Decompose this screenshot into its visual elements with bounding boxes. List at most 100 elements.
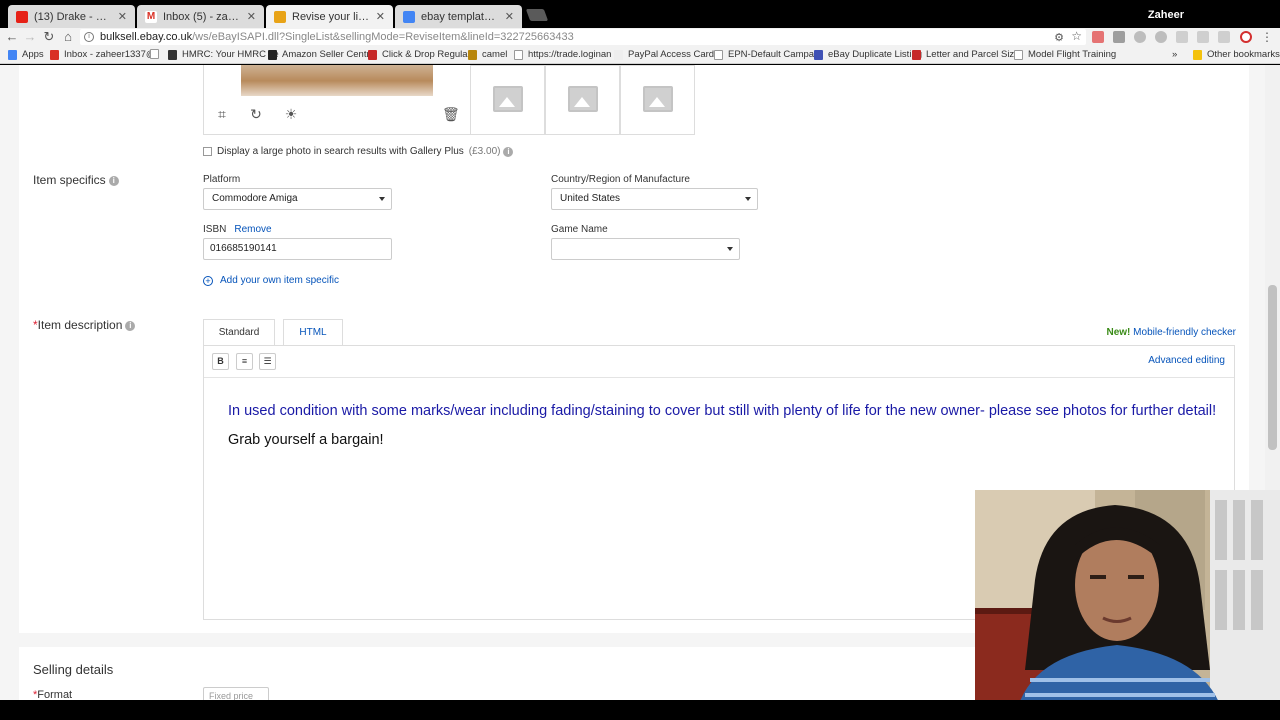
address-bar[interactable]: i bulksell.ebay.co.uk/ws/eBayISAPI.dll?S… (80, 29, 1086, 45)
tab-html[interactable]: HTML (283, 319, 343, 346)
country-value: United States (560, 193, 621, 204)
editor-content[interactable]: In used condition with some marks/wear i… (228, 402, 1218, 450)
tab-google-docs[interactable]: ebay templates.doc - Go ✕ (395, 5, 522, 28)
translate-icon[interactable]: ⚙ (1054, 31, 1064, 44)
bookmark-label: Other bookmarks (1207, 49, 1280, 60)
menu-icon[interactable]: ⋮ (1259, 29, 1275, 45)
format-label-text: Format (37, 689, 73, 700)
main-photo-box: ⌗ ↻ ☀ 🗑 (203, 65, 471, 135)
bookmark-ebay-duplicate[interactable]: eBay Duplicate Listing (814, 49, 922, 60)
bookmark-hmrc[interactable]: HMRC: Your HMRC se (168, 49, 279, 60)
bookmarks-bar: Apps Inbox - zaheer1337@ HMRC: Your HMRC… (0, 46, 1280, 64)
bookmark-apps[interactable]: Apps (8, 49, 44, 60)
isbn-input[interactable]: 016685190141 (203, 238, 392, 260)
bookmark-amazon[interactable]: Amazon Seller Centra (268, 49, 375, 60)
extension-icon[interactable] (1113, 31, 1125, 43)
bookmark-epn[interactable]: EPN-Default Campaig (714, 49, 821, 60)
bookmark-label: camel (482, 49, 508, 60)
extension-icon[interactable] (1197, 31, 1209, 43)
gallery-plus-checkbox[interactable] (203, 147, 212, 156)
ebay-icon (274, 10, 286, 23)
bookmark-label: Letter and Parcel Size (926, 49, 1020, 60)
bookmark-label: EPN-Default Campaig (728, 49, 822, 60)
info-icon[interactable]: i (503, 146, 514, 157)
bookmark-camel[interactable]: camel (468, 49, 507, 60)
advanced-editing-link[interactable]: Advanced editing (1148, 355, 1225, 366)
bookmark-blank[interactable] (150, 49, 164, 59)
opera-icon[interactable] (1240, 31, 1252, 43)
extension-icon[interactable] (1155, 31, 1167, 43)
bookmark-label: PayPal Access Card A (628, 49, 723, 60)
scrollbar-thumb[interactable] (1268, 285, 1277, 450)
chevron-down-icon (727, 247, 733, 251)
reload-icon[interactable]: ↻ (41, 29, 57, 45)
format-select[interactable]: Fixed price (203, 687, 269, 700)
extension-icon[interactable] (1134, 31, 1146, 43)
platform-label: Platform (203, 174, 241, 185)
photo-placeholder[interactable] (620, 65, 695, 135)
bookmark-label: Amazon Seller Centra (282, 49, 375, 60)
webcam-video-frame (975, 490, 1280, 720)
platform-select[interactable]: Commodore Amiga (203, 188, 392, 210)
cast-icon[interactable] (1176, 31, 1188, 43)
section-label-text: Item description (37, 318, 123, 332)
browser-tab-strip: (13) Drake - Over - YouT ✕ M Inbox (5) -… (0, 0, 1280, 28)
bookmark-inbox[interactable]: Inbox - zaheer1337@ (50, 49, 156, 60)
delete-icon[interactable]: 🗑 (442, 106, 460, 122)
other-bookmarks[interactable]: Other bookmarks (1193, 49, 1280, 60)
tab-youtube[interactable]: (13) Drake - Over - YouT ✕ (8, 5, 135, 28)
new-tab-button[interactable] (525, 9, 549, 21)
country-label: Country/Region of Manufacture (551, 174, 690, 185)
crop-icon[interactable]: ⌗ (214, 106, 230, 122)
brightness-icon[interactable]: ☀ (283, 106, 299, 122)
gallery-plus-row: Display a large photo in search results … (203, 146, 514, 157)
back-icon[interactable]: ← (4, 29, 20, 45)
folder-icon (1193, 49, 1202, 60)
bookmark-label: Apps (22, 49, 44, 60)
tab-revise-listing[interactable]: Revise your listing ✕ (266, 5, 393, 28)
close-tab-icon[interactable]: ✕ (505, 10, 514, 23)
info-icon[interactable]: i (108, 176, 119, 186)
main-photo[interactable] (241, 65, 433, 96)
bookmark-trade[interactable]: https://trade.loginan (514, 49, 611, 60)
close-tab-icon[interactable]: ✕ (247, 10, 256, 23)
bulleted-list-icon[interactable]: ☰ (259, 353, 276, 370)
ebay-icon (814, 49, 823, 60)
add-item-specific[interactable]: + Add your own item specific (203, 275, 339, 286)
country-select[interactable]: United States (551, 188, 758, 210)
chevron-down-icon (745, 197, 751, 201)
info-icon[interactable]: i (84, 32, 94, 42)
close-tab-icon[interactable]: ✕ (118, 10, 127, 23)
page-icon (714, 49, 723, 60)
close-tab-icon[interactable]: ✕ (376, 10, 385, 23)
royal-mail-icon (912, 49, 921, 60)
photo-placeholder[interactable] (545, 65, 620, 135)
rotate-icon[interactable]: ↻ (248, 106, 264, 122)
home-icon[interactable]: ⌂ (60, 29, 76, 45)
gmail-icon: M (145, 10, 157, 23)
forward-icon[interactable]: → (22, 29, 38, 45)
bookmark-flight[interactable]: Model Flight Training (1014, 49, 1116, 60)
bookmark-letter-parcel[interactable]: Letter and Parcel Size (912, 49, 1019, 60)
profile-name[interactable]: Zaheer (1148, 9, 1184, 21)
photo-placeholder[interactable] (470, 65, 545, 135)
tab-standard[interactable]: Standard (203, 319, 275, 346)
extension-icon[interactable] (1092, 31, 1104, 43)
numbered-list-icon[interactable]: ≡ (236, 353, 253, 370)
bookmark-paypal[interactable]: PayPal Access Card A (614, 49, 723, 60)
bookmark-click-drop[interactable]: Click & Drop Regular (368, 49, 471, 60)
hmrc-icon (168, 49, 177, 60)
item-specifics-label: Item specifics i (33, 173, 119, 187)
isbn-remove-link[interactable]: Remove (234, 224, 271, 235)
bookmarks-overflow[interactable]: » (1172, 49, 1177, 60)
bold-button[interactable]: B (212, 353, 229, 370)
bookmark-label: HMRC: Your HMRC se (182, 49, 279, 60)
tab-gmail[interactable]: M Inbox (5) - zaheer1337@ ✕ (137, 5, 264, 28)
bookmark-star-icon[interactable]: ☆ (1071, 29, 1082, 43)
game-name-select[interactable] (551, 238, 740, 260)
amazon-icon (268, 49, 277, 60)
info-icon[interactable]: i (125, 321, 136, 331)
extension-icon[interactable] (1218, 31, 1230, 43)
mobile-checker-link[interactable]: Mobile-friendly checker (1133, 327, 1236, 338)
game-name-label: Game Name (551, 224, 608, 235)
